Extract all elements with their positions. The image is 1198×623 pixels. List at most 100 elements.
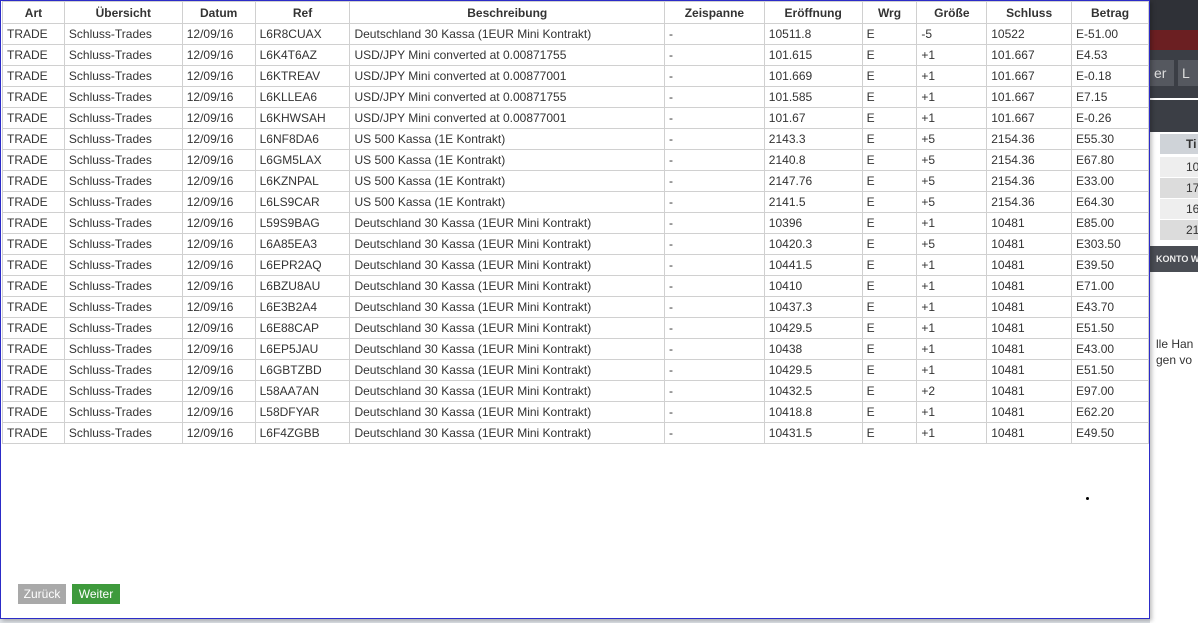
table-row: TRADE Schluss-Trades 12/09/16 L58AA7AN Deuts…: [2, 380, 1149, 402]
cell-amount: E43.70: [1071, 296, 1149, 318]
cell-description: USD/JPY Mini converted at 0.00871755: [349, 44, 666, 66]
cell-date: 12/09/16: [181, 380, 256, 402]
back-button[interactable]: Zurück: [18, 584, 66, 604]
background-strip: KONTO WEC: [1150, 246, 1198, 272]
cell-overview: Schluss-Trades: [63, 107, 183, 129]
cell-date: 12/09/16: [181, 149, 256, 171]
cell-type: TRADE: [2, 65, 65, 87]
cell-amount: E71.00: [1071, 275, 1149, 297]
cell-amount: E-0.26: [1071, 107, 1149, 129]
cell-description: Deutschland 30 Kassa (1EUR Mini Kontrakt…: [349, 317, 666, 339]
cell-currency: E: [861, 359, 918, 381]
cell-description: US 500 Kassa (1E Kontrakt): [349, 128, 666, 150]
cell-type: TRADE: [2, 23, 65, 45]
cell-open: 101.615: [763, 44, 863, 66]
cell-type: TRADE: [2, 422, 65, 444]
cell-type: TRADE: [2, 359, 65, 381]
cell-description: Deutschland 30 Kassa (1EUR Mini Kontrakt…: [349, 380, 666, 402]
cell-timespan: -: [664, 296, 765, 318]
cell-size: +1: [916, 254, 988, 276]
table-row: TRADE Schluss-Trades 12/09/16 L6NF8DA6 US 50…: [2, 128, 1149, 150]
cell-timespan: -: [664, 380, 765, 402]
cell-ref: L59S9BAG: [254, 212, 351, 234]
cell-close: 2154.36: [986, 128, 1073, 150]
trades-table: Art Übersicht Datum Ref Beschreibung Zeispann…: [2, 1, 1149, 444]
cell-overview: Schluss-Trades: [63, 44, 183, 66]
cell-close: 10481: [986, 401, 1073, 423]
cell-open: 101.669: [763, 65, 863, 87]
column-header-description: Beschreibung: [349, 1, 666, 24]
cell-timespan: -: [664, 212, 765, 234]
column-header-ref: Ref: [254, 1, 351, 24]
cell-close: 101.667: [986, 65, 1073, 87]
cell-currency: E: [861, 65, 918, 87]
cell-currency: E: [861, 233, 918, 255]
cell-date: 12/09/16: [181, 233, 256, 255]
cell-description: Deutschland 30 Kassa (1EUR Mini Kontrakt…: [349, 338, 666, 360]
cell-amount: E33.00: [1071, 170, 1149, 192]
cell-overview: Schluss-Trades: [63, 317, 183, 339]
cell-type: TRADE: [2, 317, 65, 339]
cell-ref: L6F4ZGBB: [254, 422, 351, 444]
cell-close: 10522: [986, 23, 1073, 45]
cell-ref: L6KZNPAL: [254, 170, 351, 192]
next-button[interactable]: Weiter: [72, 584, 120, 604]
cell-close: 10481: [986, 275, 1073, 297]
cell-currency: E: [861, 170, 918, 192]
cell-date: 12/09/16: [181, 359, 256, 381]
cell-timespan: -: [664, 65, 765, 87]
cell-currency: E: [861, 422, 918, 444]
cell-date: 12/09/16: [181, 107, 256, 129]
cell-type: TRADE: [2, 401, 65, 423]
cell-description: USD/JPY Mini converted at 0.00877001: [349, 107, 666, 129]
cell-open: 10432.5: [763, 380, 863, 402]
cell-size: +5: [916, 233, 988, 255]
cell-close: 101.667: [986, 44, 1073, 66]
background-app: er L Ti 104 179 165 210 KONTO WEC lle Ha…: [1150, 0, 1198, 623]
cell-amount: E4.53: [1071, 44, 1149, 66]
cell-ref: L6NF8DA6: [254, 128, 351, 150]
cell-overview: Schluss-Trades: [63, 380, 183, 402]
cell-description: Deutschland 30 Kassa (1EUR Mini Kontrakt…: [349, 401, 666, 423]
cell-description: Deutschland 30 Kassa (1EUR Mini Kontrakt…: [349, 275, 666, 297]
cell-description: US 500 Kassa (1E Kontrakt): [349, 191, 666, 213]
cell-timespan: -: [664, 23, 765, 45]
cell-currency: E: [861, 338, 918, 360]
cell-timespan: -: [664, 170, 765, 192]
cell-timespan: -: [664, 359, 765, 381]
cell-overview: Schluss-Trades: [63, 359, 183, 381]
cell-overview: Schluss-Trades: [63, 149, 183, 171]
background-tab[interactable]: er: [1150, 60, 1174, 86]
cell-open: 10431.5: [763, 422, 863, 444]
cell-amount: E51.50: [1071, 359, 1149, 381]
background-tab[interactable]: L: [1178, 60, 1198, 86]
cell-overview: Schluss-Trades: [63, 170, 183, 192]
column-header-currency: Wrg: [861, 1, 918, 24]
cell-overview: Schluss-Trades: [63, 233, 183, 255]
table-row: TRADE Schluss-Trades 12/09/16 L6KTREAV USD/J…: [2, 65, 1149, 87]
cell-size: +5: [916, 128, 988, 150]
cell-size: +5: [916, 149, 988, 171]
cell-open: 10438: [763, 338, 863, 360]
cell-open: 2140.8: [763, 149, 863, 171]
cell-ref: L58AA7AN: [254, 380, 351, 402]
cell-size: +1: [916, 86, 988, 108]
cell-currency: E: [861, 317, 918, 339]
cell-ref: L6GBTZBD: [254, 359, 351, 381]
cell-timespan: -: [664, 149, 765, 171]
column-header-size: Größe: [916, 1, 988, 24]
cell-size: +1: [916, 65, 988, 87]
cell-date: 12/09/16: [181, 128, 256, 150]
cell-type: TRADE: [2, 275, 65, 297]
cell-close: 101.667: [986, 86, 1073, 108]
table-row: TRADE Schluss-Trades 12/09/16 L6LS9CAR US 50…: [2, 191, 1149, 213]
cell-timespan: -: [664, 44, 765, 66]
table-row: TRADE Schluss-Trades 12/09/16 L6BZU8AU Deuts…: [2, 275, 1149, 297]
cell-overview: Schluss-Trades: [63, 275, 183, 297]
cell-amount: E7.15: [1071, 86, 1149, 108]
cell-overview: Schluss-Trades: [63, 296, 183, 318]
cell-date: 12/09/16: [181, 338, 256, 360]
cell-type: TRADE: [2, 170, 65, 192]
cell-overview: Schluss-Trades: [63, 23, 183, 45]
background-redbar: [1150, 30, 1198, 50]
